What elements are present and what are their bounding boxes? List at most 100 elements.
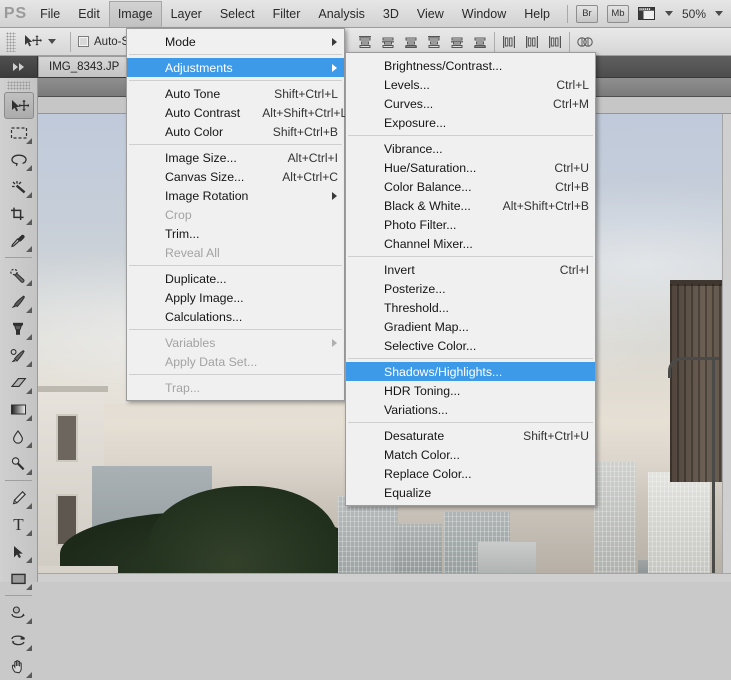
rectangular-marquee-tool[interactable] (4, 119, 34, 146)
move-tool[interactable] (3, 92, 34, 119)
brush-tool[interactable] (4, 288, 34, 315)
tool-flyout-triangle-icon[interactable] (25, 138, 32, 144)
menu-item-duplicate[interactable]: Duplicate... (127, 269, 344, 288)
menu-item-channel-mixer[interactable]: Channel Mixer... (346, 234, 595, 253)
align-right-edges-icon[interactable] (473, 35, 487, 49)
lasso-tool[interactable] (4, 146, 34, 173)
menu-item-shadows-highlights[interactable]: Shadows/Highlights... (346, 362, 595, 381)
adjustments-submenu-dropdown[interactable]: Brightness/Contrast... Levels... Ctrl+L Cur… (345, 52, 596, 506)
panel-expand-arrows-icon[interactable] (0, 56, 38, 77)
menu-item-brightness-contrast[interactable]: Brightness/Contrast... (346, 56, 595, 75)
align-bottom-edges-icon[interactable] (404, 35, 418, 49)
menu-item-variations[interactable]: Variations... (346, 400, 595, 419)
tool-flyout-triangle-icon[interactable] (25, 280, 32, 286)
spot-healing-brush-tool[interactable] (4, 261, 34, 288)
menu-item-hue-saturation[interactable]: Hue/Saturation... Ctrl+U (346, 158, 595, 177)
tool-flyout-triangle-icon[interactable] (25, 307, 32, 313)
align-horizontal-centers-icon[interactable] (450, 35, 464, 49)
tools-panel-gripper[interactable] (7, 81, 30, 90)
tool-flyout-triangle-icon[interactable] (25, 361, 32, 367)
menu-item-canvas-size[interactable]: Canvas Size... Alt+Ctrl+C (127, 167, 344, 186)
menu-select[interactable]: Select (211, 1, 264, 27)
gradient-tool[interactable] (4, 396, 34, 423)
tool-flyout-triangle-icon[interactable] (25, 469, 32, 475)
tool-flyout-triangle-icon[interactable] (25, 165, 32, 171)
menu-item-invert[interactable]: Invert Ctrl+I (346, 260, 595, 279)
menu-item-trim[interactable]: Trim... (127, 224, 344, 243)
auto-select-checkbox[interactable] (78, 36, 89, 47)
distribute-top-edges-icon[interactable] (502, 35, 516, 49)
tool-flyout-triangle-icon[interactable] (25, 530, 32, 536)
menu-item-hdr-toning[interactable]: HDR Toning... (346, 381, 595, 400)
crop-tool[interactable] (4, 200, 34, 227)
menu-item-posterize[interactable]: Posterize... (346, 279, 595, 298)
menu-item-apply-image[interactable]: Apply Image... (127, 288, 344, 307)
horizontal-scrollbar[interactable] (38, 573, 731, 582)
dodge-tool[interactable] (4, 450, 34, 477)
tool-flyout-triangle-icon[interactable] (25, 645, 32, 651)
bridge-button[interactable]: Br (575, 4, 598, 23)
tool-flyout-triangle-icon[interactable] (25, 388, 32, 394)
menu-item-photo-filter[interactable]: Photo Filter... (346, 215, 595, 234)
menu-item-auto-color[interactable]: Auto Color Shift+Ctrl+B (127, 122, 344, 141)
align-vertical-centers-icon[interactable] (381, 35, 395, 49)
menu-item-auto-contrast[interactable]: Auto Contrast Alt+Shift+Ctrl+L (127, 103, 347, 122)
3d-object-rotate-tool[interactable] (4, 599, 34, 626)
menu-layer[interactable]: Layer (162, 1, 211, 27)
zoom-chevron-down-icon[interactable] (715, 11, 723, 16)
distribute-vertical-centers-icon[interactable] (525, 35, 539, 49)
menu-image[interactable]: Image (108, 0, 162, 27)
distribute-bottom-edges-icon[interactable] (548, 35, 562, 49)
menu-3d[interactable]: 3D (374, 1, 408, 27)
menu-window[interactable]: Window (453, 1, 515, 27)
hand-tool[interactable] (4, 653, 34, 680)
menu-item-adjustments[interactable]: Adjustments (127, 58, 344, 77)
menu-item-gradient-map[interactable]: Gradient Map... (346, 317, 595, 336)
tool-flyout-triangle-icon[interactable] (25, 442, 32, 448)
menu-item-equalize[interactable]: Equalize (346, 483, 595, 502)
menu-item-mode[interactable]: Mode (127, 32, 344, 51)
tool-flyout-triangle-icon[interactable] (25, 415, 32, 421)
menu-item-black-white[interactable]: Black & White... Alt+Shift+Ctrl+B (346, 196, 595, 215)
menu-item-levels[interactable]: Levels... Ctrl+L (346, 75, 595, 94)
menu-view[interactable]: View (408, 1, 453, 27)
menu-item-curves[interactable]: Curves... Ctrl+M (346, 94, 595, 113)
menu-item-color-balance[interactable]: Color Balance... Ctrl+B (346, 177, 595, 196)
tool-flyout-triangle-icon[interactable] (25, 334, 32, 340)
tool-flyout-triangle-icon[interactable] (25, 557, 32, 563)
tool-flyout-triangle-icon[interactable] (25, 503, 32, 509)
clone-stamp-tool[interactable] (4, 315, 34, 342)
menu-item-image-size[interactable]: Image Size... Alt+Ctrl+I (127, 148, 344, 167)
active-tool-preset-picker[interactable] (20, 34, 63, 50)
history-brush-tool[interactable] (4, 342, 34, 369)
menu-item-exposure[interactable]: Exposure... (346, 113, 595, 132)
image-menu-dropdown[interactable]: Mode Adjustments Auto Tone Shift+Ctrl+L Auto… (126, 28, 347, 401)
menu-item-image-rotation[interactable]: Image Rotation (127, 186, 344, 205)
auto-align-layers-icon[interactable] (576, 35, 593, 49)
tool-preset-chevron-down-icon[interactable] (48, 39, 56, 44)
mini-bridge-button[interactable]: Mb (606, 4, 629, 23)
rectangle-shape-tool[interactable] (4, 565, 34, 592)
workspace-chevron-down-icon[interactable] (664, 11, 673, 16)
menu-help[interactable]: Help (515, 1, 559, 27)
tool-flyout-triangle-icon[interactable] (25, 192, 32, 198)
menu-analysis[interactable]: Analysis (309, 1, 374, 27)
eyedropper-tool[interactable] (4, 227, 34, 254)
path-selection-tool[interactable] (4, 538, 34, 565)
menu-item-auto-tone[interactable]: Auto Tone Shift+Ctrl+L (127, 84, 344, 103)
tool-flyout-triangle-icon[interactable] (25, 246, 32, 252)
document-tab[interactable]: IMG_8343.JP (38, 56, 131, 77)
menu-item-vibrance[interactable]: Vibrance... (346, 139, 595, 158)
tool-flyout-triangle-icon[interactable] (25, 584, 32, 590)
3d-camera-orbit-tool[interactable] (4, 626, 34, 653)
menu-file[interactable]: File (31, 1, 69, 27)
align-top-edges-icon[interactable] (358, 35, 372, 49)
menu-item-match-color[interactable]: Match Color... (346, 445, 595, 464)
magic-wand-tool[interactable] (4, 173, 34, 200)
vertical-scrollbar[interactable] (722, 114, 731, 582)
blur-tool[interactable] (4, 423, 34, 450)
horizontal-type-tool[interactable]: T (4, 511, 34, 538)
menu-item-selective-color[interactable]: Selective Color... (346, 336, 595, 355)
menu-item-calculations[interactable]: Calculations... (127, 307, 344, 326)
pen-tool[interactable] (4, 484, 34, 511)
